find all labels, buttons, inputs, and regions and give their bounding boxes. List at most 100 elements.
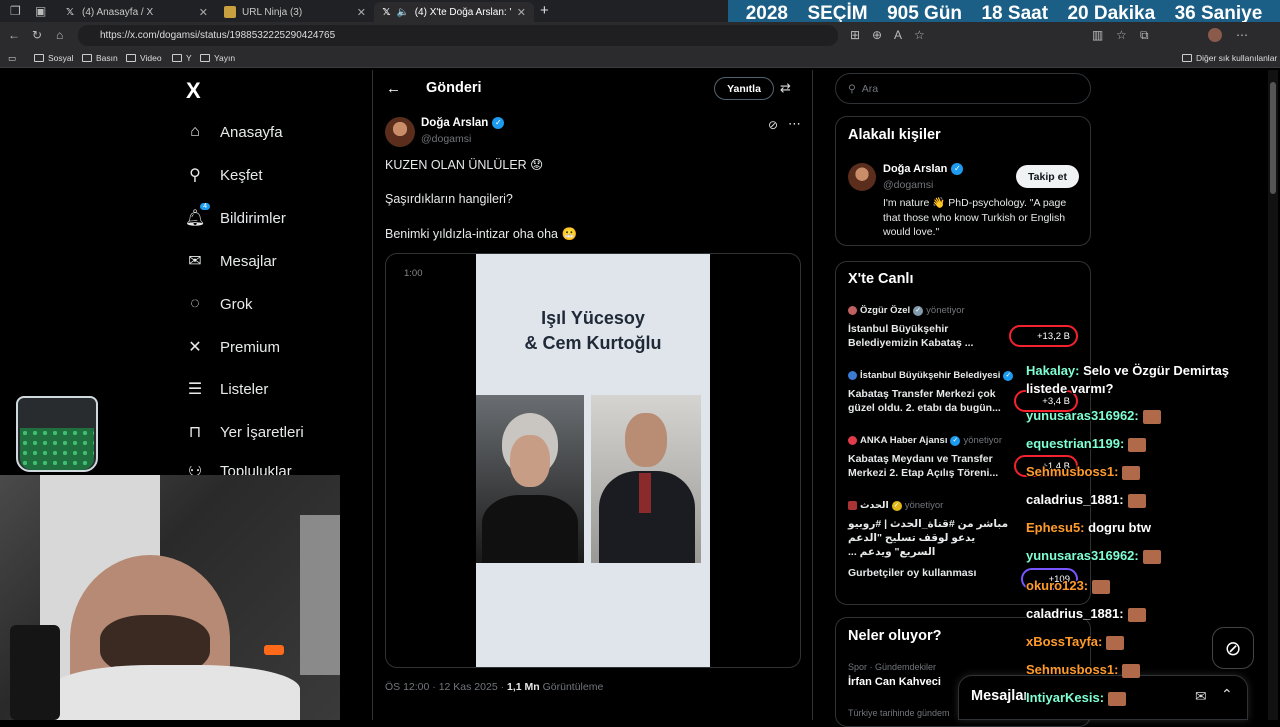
refresh-icon[interactable]: ↻ bbox=[32, 28, 42, 42]
microphone-shape bbox=[10, 625, 60, 720]
live-source: Özgür Özel bbox=[860, 305, 911, 316]
chat-message: IntiyarKesis: bbox=[1026, 690, 1127, 706]
nav-grok[interactable]: ◌ Grok bbox=[186, 295, 252, 313]
back-icon[interactable]: ← bbox=[8, 28, 20, 42]
verified-badge-icon: ✓ bbox=[1003, 370, 1014, 381]
post-timestamp[interactable]: ÖS 12:00 · 12 Kas 2025 · bbox=[385, 681, 504, 693]
verified-badge-icon: ✓ bbox=[951, 163, 964, 175]
chat-username: Ephesu5: bbox=[1026, 520, 1085, 535]
x-icon: ✕ bbox=[188, 339, 202, 356]
nav-lists[interactable]: ☰ Listeler bbox=[186, 380, 269, 399]
speaker-icon[interactable]: 🔈 bbox=[397, 6, 409, 18]
face-shape bbox=[625, 413, 667, 467]
bookmark-other[interactable]: Diğer sık kullanılanlar bbox=[1182, 53, 1277, 63]
post-text-line-3: Benimki yıldızla-intizar oha oha 😬 bbox=[385, 227, 578, 241]
new-message-icon[interactable]: ✉ bbox=[1195, 688, 1207, 705]
back-arrow-icon[interactable]: ← bbox=[386, 80, 401, 97]
profile-avatar[interactable] bbox=[1208, 28, 1222, 42]
new-tab-button[interactable]: + bbox=[540, 2, 549, 19]
related-avatar[interactable] bbox=[848, 163, 876, 191]
related-name: Doğa Arslan bbox=[883, 163, 948, 175]
home-icon[interactable]: ⌂ bbox=[56, 28, 63, 42]
image-caption: Işıl Yücesoy & Cem Kurtoğlu bbox=[476, 306, 710, 356]
folder-icon bbox=[34, 54, 44, 62]
reader-icon[interactable]: ⊞ bbox=[850, 28, 860, 42]
x-logo[interactable]: X bbox=[186, 78, 201, 104]
favorites-icon[interactable]: ☆ bbox=[1116, 28, 1127, 42]
verified-badge-icon: ✓ bbox=[891, 500, 902, 511]
post-video[interactable]: 1:00 Işıl Yücesoy & Cem Kurtoğlu bbox=[385, 253, 801, 668]
read-aloud-icon[interactable]: A bbox=[894, 28, 902, 42]
page-title: Gönderi bbox=[426, 80, 482, 96]
favorite-star-icon[interactable]: ☆ bbox=[914, 28, 925, 42]
search-input[interactable]: ⚲ Ara bbox=[835, 73, 1091, 104]
nav-messages[interactable]: ✉ Mesajlar bbox=[186, 252, 276, 271]
post-text-line-1: KUZEN OLAN ÜNLÜLER 😟 bbox=[385, 158, 544, 172]
bookmark-label: Sosyal bbox=[48, 53, 74, 63]
list-icon: ☰ bbox=[187, 381, 203, 398]
chat-username: equestrian1199: bbox=[1026, 436, 1125, 451]
grok-floating-button[interactable]: ⊘ bbox=[1212, 627, 1254, 669]
chat-message: Hakalay: Selo ve Özgür Demirtaş listede … bbox=[1026, 362, 1266, 398]
live-listener-count[interactable]: +13,2 B bbox=[1008, 325, 1078, 347]
bookmark-y[interactable]: Y bbox=[172, 53, 192, 63]
split-screen-icon[interactable]: ▥ bbox=[1092, 28, 1103, 42]
related-handle: @dogamsi bbox=[883, 179, 934, 191]
tab-url-ninja[interactable]: URL Ninja (3) ✕ bbox=[216, 2, 374, 22]
author-avatar[interactable] bbox=[385, 117, 415, 147]
tab-label: URL Ninja (3) bbox=[242, 6, 303, 18]
chat-message: okuro123: bbox=[1026, 578, 1111, 594]
page-scrollbar[interactable] bbox=[1268, 70, 1278, 720]
close-icon[interactable]: ✕ bbox=[357, 6, 366, 19]
zoom-icon[interactable]: ⊕ bbox=[872, 28, 882, 42]
workspaces-icon[interactable]: ❐ bbox=[10, 4, 21, 18]
chat-username: caladrius_1881: bbox=[1026, 606, 1124, 621]
related-people-card: Alakalı kişiler Doğa Arslan ✓ @dogamsi T… bbox=[835, 116, 1091, 246]
grok-actions-icon[interactable]: ⊘ bbox=[768, 118, 778, 132]
more-icon[interactable]: ⋯ bbox=[1236, 28, 1248, 42]
nav-label: Anasayfa bbox=[220, 123, 283, 141]
nav-notifications[interactable]: 🔔︎ 4 Bildirimler bbox=[185, 203, 286, 227]
expand-icon[interactable]: ⌃ bbox=[1221, 686, 1233, 703]
source-avatar bbox=[848, 436, 857, 445]
emote-icon bbox=[1108, 691, 1127, 706]
home-icon: ⌂ bbox=[190, 123, 200, 140]
tab-post[interactable]: 𝕏 🔈 (4) X'te Doğa Arslan: "KUZEN ✕ bbox=[374, 2, 534, 22]
author-name-row[interactable]: Doğa Arslan ✓ bbox=[421, 117, 505, 129]
nav-explore[interactable]: ⚲ Keşfet bbox=[186, 166, 262, 185]
trend-title[interactable]: İrfan Can Kahveci bbox=[848, 676, 941, 688]
url-field[interactable]: https://x.com/dogamsi/status/19885322252… bbox=[78, 25, 838, 46]
bookmark-basin[interactable]: Basın bbox=[82, 53, 118, 63]
related-name-row[interactable]: Doğa Arslan ✓ bbox=[883, 163, 964, 175]
caption-line-2: & Cem Kurtoğlu bbox=[524, 333, 662, 353]
photo-woman bbox=[476, 395, 584, 563]
chat-message: xBossTayfa: bbox=[1026, 634, 1125, 650]
emote-icon bbox=[1128, 437, 1147, 452]
tab-x-home[interactable]: 𝕏 (4) Anasayfa / X ✕ bbox=[56, 2, 216, 22]
nav-bookmarks[interactable]: ⊓ Yer İşaretleri bbox=[186, 423, 304, 442]
bookmark-yayin[interactable]: Yayın bbox=[200, 53, 235, 63]
collections-icon[interactable]: ⧉ bbox=[1140, 28, 1149, 43]
chat-message: caladrius_1881: bbox=[1026, 492, 1146, 508]
bookmark-video[interactable]: Video bbox=[126, 53, 162, 63]
folder-icon bbox=[82, 54, 92, 62]
nav-label: Premium bbox=[220, 338, 281, 356]
close-icon[interactable]: ✕ bbox=[517, 6, 526, 19]
trend-sub: Türkiye tarihinde gündem bbox=[848, 708, 950, 718]
follow-button[interactable]: Takip et bbox=[1016, 165, 1079, 188]
bookmark-menu-icon[interactable]: ▭ bbox=[8, 53, 16, 64]
close-icon[interactable]: ✕ bbox=[199, 6, 208, 19]
live-item-title: Gurbetçiler oy kullanması bbox=[848, 567, 977, 579]
grok-icon: ◌ bbox=[190, 295, 200, 312]
nav-premium[interactable]: ✕ Premium bbox=[186, 338, 281, 357]
bookmark-label: Diğer sık kullanılanlar bbox=[1196, 53, 1278, 63]
live-title: X'te Canlı bbox=[848, 271, 914, 287]
url-text: https://x.com/dogamsi/status/19885322252… bbox=[100, 30, 336, 41]
scrollbar-thumb[interactable] bbox=[1270, 82, 1276, 194]
reply-button[interactable]: Yanıtla bbox=[714, 77, 774, 100]
nav-home[interactable]: ⌂ Anasayfa bbox=[186, 123, 283, 141]
bookmark-sosyal[interactable]: Sosyal bbox=[34, 53, 74, 63]
tab-actions-icon[interactable]: ▣ bbox=[35, 4, 46, 18]
settings-sliders-icon[interactable]: ⇄ bbox=[780, 80, 791, 96]
more-options-icon[interactable]: ⋯ bbox=[788, 116, 801, 132]
